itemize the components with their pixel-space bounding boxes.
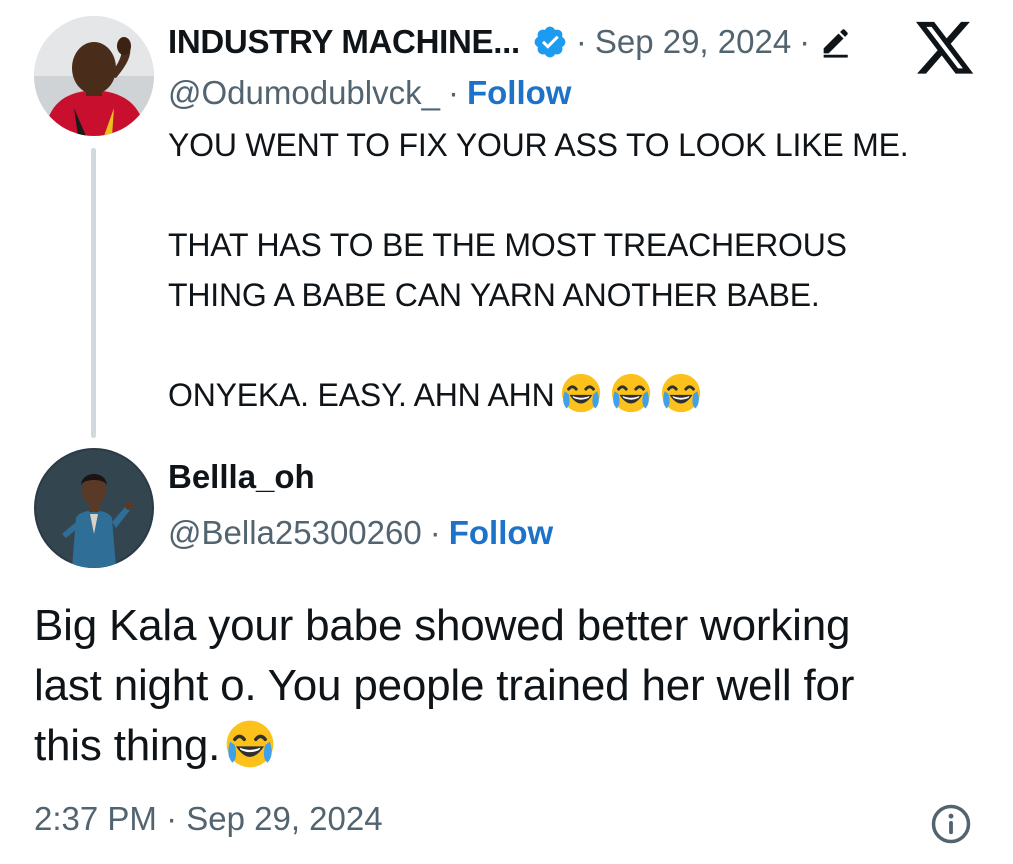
parent-tweet-header: INDUSTRY MACHINE... · Sep 29, 2024 ·: [168, 18, 852, 66]
parent-text-line-last: ONYEKA. EASY. AHN AHN: [168, 370, 988, 420]
reply-follow-button[interactable]: Follow: [449, 514, 553, 552]
reply-text-line: Big Kala your babe showed better working: [34, 601, 851, 650]
parent-handle[interactable]: @Odumodublvck_: [168, 74, 440, 112]
parent-handle-row: @Odumodublvck_ · Follow: [168, 70, 571, 116]
info-icon[interactable]: [930, 803, 972, 845]
reply-handle-row: @Bella25300260 · Follow: [168, 510, 553, 556]
x-logo-icon[interactable]: [914, 20, 976, 78]
separator-dot: ·: [429, 514, 441, 551]
separator-dot: ·: [575, 23, 587, 60]
reply-text-line-last: this thing.: [34, 716, 994, 776]
edit-pencil-icon: [818, 25, 852, 59]
parent-display-name[interactable]: INDUSTRY MACHINE...: [168, 23, 520, 61]
separator-dot: ·: [447, 74, 459, 111]
reply-timestamp[interactable]: 2:37 PM · Sep 29, 2024: [34, 800, 383, 838]
face-with-tears-of-joy-icon: [608, 370, 654, 416]
parent-text-line: THING A BABE CAN YARN ANOTHER BABE.: [168, 277, 820, 313]
parent-tweet-text: YOU WENT TO FIX YOUR ASS TO LOOK LIKE ME…: [168, 120, 988, 420]
reply-avatar[interactable]: [34, 448, 154, 568]
reply-text-line: last night o. You people trained her wel…: [34, 661, 855, 710]
reply-time: 2:37 PM: [34, 800, 157, 837]
parent-text-line: YOU WENT TO FIX YOUR ASS TO LOOK LIKE ME…: [168, 127, 909, 163]
thread-connector-line: [91, 148, 96, 438]
reply-text-line: this thing.: [34, 721, 221, 770]
face-with-tears-of-joy-icon: [222, 716, 278, 772]
reply-tweet-text: Big Kala your babe showed better working…: [34, 596, 994, 776]
reply-display-name[interactable]: Bellla_oh: [168, 458, 315, 496]
separator-dot: ·: [166, 800, 178, 837]
reply-handle[interactable]: @Bella25300260: [168, 514, 422, 552]
verified-badge-icon: [532, 24, 568, 60]
parent-avatar[interactable]: [34, 16, 154, 136]
parent-text-line: ONYEKA. EASY. AHN AHN: [168, 377, 555, 413]
face-with-tears-of-joy-icon: [558, 370, 604, 416]
reply-date: Sep 29, 2024: [186, 800, 383, 837]
parent-date[interactable]: Sep 29, 2024: [595, 23, 791, 61]
separator-dot: ·: [799, 23, 811, 60]
parent-follow-button[interactable]: Follow: [467, 74, 571, 112]
face-with-tears-of-joy-icon: [658, 370, 704, 416]
parent-text-line: THAT HAS TO BE THE MOST TREACHEROUS: [168, 227, 847, 263]
